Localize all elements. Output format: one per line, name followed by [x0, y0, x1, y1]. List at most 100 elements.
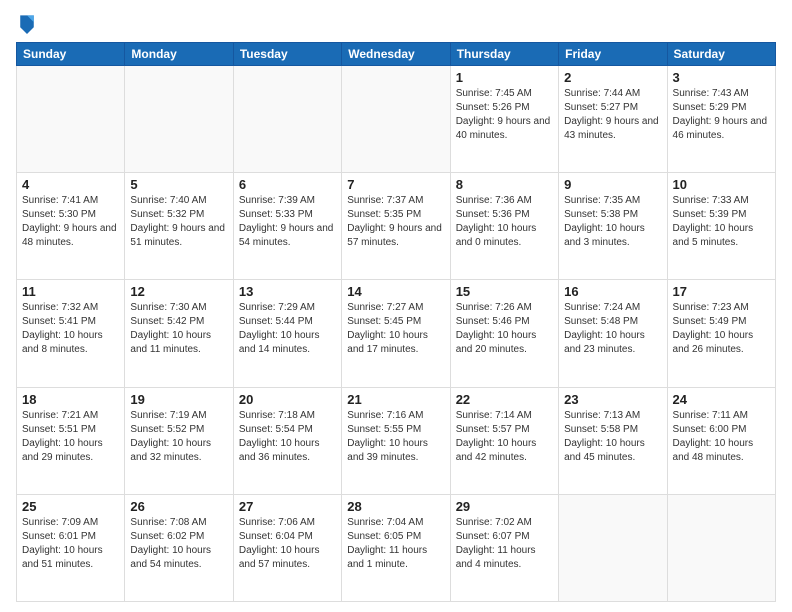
day-number: 8: [456, 177, 553, 192]
day-number: 23: [564, 392, 661, 407]
day-number: 22: [456, 392, 553, 407]
calendar-cell: 9 Sunrise: 7:35 AM Sunset: 5:38 PM Daylig…: [559, 173, 667, 280]
calendar-cell: [342, 66, 450, 173]
calendar-cell: 8 Sunrise: 7:36 AM Sunset: 5:36 PM Daylig…: [450, 173, 558, 280]
calendar-cell: 17 Sunrise: 7:23 AM Sunset: 5:49 PM Dayli…: [667, 280, 775, 387]
day-number: 16: [564, 284, 661, 299]
calendar-cell: 13 Sunrise: 7:29 AM Sunset: 5:44 PM Dayli…: [233, 280, 341, 387]
calendar-table: SundayMondayTuesdayWednesdayThursdayFrid…: [16, 42, 776, 602]
day-detail: Sunrise: 7:14 AM Sunset: 5:57 PM Dayligh…: [456, 409, 553, 465]
calendar-week-row: 25 Sunrise: 7:09 AM Sunset: 6:01 PM Dayli…: [17, 494, 776, 601]
day-detail: Sunrise: 7:11 AM Sunset: 6:00 PM Dayligh…: [673, 409, 770, 465]
day-number: 15: [456, 284, 553, 299]
day-detail: Sunrise: 7:23 AM Sunset: 5:49 PM Dayligh…: [673, 301, 770, 357]
day-detail: Sunrise: 7:27 AM Sunset: 5:45 PM Dayligh…: [347, 301, 444, 357]
calendar-cell: 7 Sunrise: 7:37 AM Sunset: 5:35 PM Daylig…: [342, 173, 450, 280]
day-number: 13: [239, 284, 336, 299]
day-detail: Sunrise: 7:45 AM Sunset: 5:26 PM Dayligh…: [456, 87, 553, 143]
day-detail: Sunrise: 7:02 AM Sunset: 6:07 PM Dayligh…: [456, 516, 553, 572]
page: SundayMondayTuesdayWednesdayThursdayFrid…: [0, 0, 792, 612]
day-number: 10: [673, 177, 770, 192]
calendar-cell: 12 Sunrise: 7:30 AM Sunset: 5:42 PM Dayli…: [125, 280, 233, 387]
calendar-cell: 14 Sunrise: 7:27 AM Sunset: 5:45 PM Dayli…: [342, 280, 450, 387]
weekday-header-row: SundayMondayTuesdayWednesdayThursdayFrid…: [17, 43, 776, 66]
day-detail: Sunrise: 7:39 AM Sunset: 5:33 PM Dayligh…: [239, 194, 336, 250]
day-number: 25: [22, 499, 119, 514]
day-detail: Sunrise: 7:09 AM Sunset: 6:01 PM Dayligh…: [22, 516, 119, 572]
day-detail: Sunrise: 7:08 AM Sunset: 6:02 PM Dayligh…: [130, 516, 227, 572]
calendar-cell: 10 Sunrise: 7:33 AM Sunset: 5:39 PM Dayli…: [667, 173, 775, 280]
day-number: 28: [347, 499, 444, 514]
day-number: 4: [22, 177, 119, 192]
calendar-cell: 19 Sunrise: 7:19 AM Sunset: 5:52 PM Dayli…: [125, 387, 233, 494]
day-detail: Sunrise: 7:40 AM Sunset: 5:32 PM Dayligh…: [130, 194, 227, 250]
weekday-header: Sunday: [17, 43, 125, 66]
calendar-cell: [17, 66, 125, 173]
day-number: 18: [22, 392, 119, 407]
calendar-cell: 23 Sunrise: 7:13 AM Sunset: 5:58 PM Dayli…: [559, 387, 667, 494]
calendar-cell: 5 Sunrise: 7:40 AM Sunset: 5:32 PM Daylig…: [125, 173, 233, 280]
weekday-header: Monday: [125, 43, 233, 66]
weekday-header: Saturday: [667, 43, 775, 66]
day-detail: Sunrise: 7:33 AM Sunset: 5:39 PM Dayligh…: [673, 194, 770, 250]
day-detail: Sunrise: 7:13 AM Sunset: 5:58 PM Dayligh…: [564, 409, 661, 465]
weekday-header: Tuesday: [233, 43, 341, 66]
calendar-cell: 25 Sunrise: 7:09 AM Sunset: 6:01 PM Dayli…: [17, 494, 125, 601]
calendar-cell: 29 Sunrise: 7:02 AM Sunset: 6:07 PM Dayli…: [450, 494, 558, 601]
day-detail: Sunrise: 7:35 AM Sunset: 5:38 PM Dayligh…: [564, 194, 661, 250]
day-number: 29: [456, 499, 553, 514]
day-number: 9: [564, 177, 661, 192]
day-number: 14: [347, 284, 444, 299]
calendar-week-row: 18Sunrise: 7:21 AM Sunset: 5:51 PM Dayli…: [17, 387, 776, 494]
weekday-header: Thursday: [450, 43, 558, 66]
day-detail: Sunrise: 7:18 AM Sunset: 5:54 PM Dayligh…: [239, 409, 336, 465]
day-detail: Sunrise: 7:44 AM Sunset: 5:27 PM Dayligh…: [564, 87, 661, 143]
day-detail: Sunrise: 7:04 AM Sunset: 6:05 PM Dayligh…: [347, 516, 444, 572]
day-number: 11: [22, 284, 119, 299]
calendar-cell: 1Sunrise: 7:45 AM Sunset: 5:26 PM Daylig…: [450, 66, 558, 173]
day-detail: Sunrise: 7:26 AM Sunset: 5:46 PM Dayligh…: [456, 301, 553, 357]
day-number: 21: [347, 392, 444, 407]
calendar-cell: 22 Sunrise: 7:14 AM Sunset: 5:57 PM Dayli…: [450, 387, 558, 494]
calendar-week-row: 4 Sunrise: 7:41 AM Sunset: 5:30 PM Daylig…: [17, 173, 776, 280]
calendar-cell: 4 Sunrise: 7:41 AM Sunset: 5:30 PM Daylig…: [17, 173, 125, 280]
day-number: 12: [130, 284, 227, 299]
day-detail: Sunrise: 7:19 AM Sunset: 5:52 PM Dayligh…: [130, 409, 227, 465]
logo-icon: [18, 12, 36, 34]
calendar-cell: 28 Sunrise: 7:04 AM Sunset: 6:05 PM Dayli…: [342, 494, 450, 601]
day-number: 2: [564, 70, 661, 85]
calendar-cell: 27Sunrise: 7:06 AM Sunset: 6:04 PM Dayli…: [233, 494, 341, 601]
day-detail: Sunrise: 7:41 AM Sunset: 5:30 PM Dayligh…: [22, 194, 119, 250]
day-number: 6: [239, 177, 336, 192]
header: [16, 12, 776, 34]
calendar-cell: [667, 494, 775, 601]
day-number: 5: [130, 177, 227, 192]
calendar-cell: 24 Sunrise: 7:11 AM Sunset: 6:00 PM Dayli…: [667, 387, 775, 494]
day-detail: Sunrise: 7:24 AM Sunset: 5:48 PM Dayligh…: [564, 301, 661, 357]
calendar-week-row: 1Sunrise: 7:45 AM Sunset: 5:26 PM Daylig…: [17, 66, 776, 173]
calendar-cell: 11 Sunrise: 7:32 AM Sunset: 5:41 PM Dayli…: [17, 280, 125, 387]
day-number: 20: [239, 392, 336, 407]
calendar-cell: 21 Sunrise: 7:16 AM Sunset: 5:55 PM Dayli…: [342, 387, 450, 494]
day-detail: Sunrise: 7:32 AM Sunset: 5:41 PM Dayligh…: [22, 301, 119, 357]
day-detail: Sunrise: 7:30 AM Sunset: 5:42 PM Dayligh…: [130, 301, 227, 357]
weekday-header: Wednesday: [342, 43, 450, 66]
day-number: 17: [673, 284, 770, 299]
calendar-cell: [233, 66, 341, 173]
day-detail: Sunrise: 7:16 AM Sunset: 5:55 PM Dayligh…: [347, 409, 444, 465]
calendar-cell: 3Sunrise: 7:43 AM Sunset: 5:29 PM Daylig…: [667, 66, 775, 173]
calendar-cell: 18Sunrise: 7:21 AM Sunset: 5:51 PM Dayli…: [17, 387, 125, 494]
day-detail: Sunrise: 7:29 AM Sunset: 5:44 PM Dayligh…: [239, 301, 336, 357]
day-number: 19: [130, 392, 227, 407]
day-number: 7: [347, 177, 444, 192]
calendar-week-row: 11 Sunrise: 7:32 AM Sunset: 5:41 PM Dayli…: [17, 280, 776, 387]
day-number: 24: [673, 392, 770, 407]
calendar-cell: 2 Sunrise: 7:44 AM Sunset: 5:27 PM Daylig…: [559, 66, 667, 173]
day-number: 26: [130, 499, 227, 514]
day-number: 3: [673, 70, 770, 85]
calendar-cell: 6 Sunrise: 7:39 AM Sunset: 5:33 PM Daylig…: [233, 173, 341, 280]
weekday-header: Friday: [559, 43, 667, 66]
day-detail: Sunrise: 7:37 AM Sunset: 5:35 PM Dayligh…: [347, 194, 444, 250]
day-detail: Sunrise: 7:06 AM Sunset: 6:04 PM Dayligh…: [239, 516, 336, 572]
day-detail: Sunrise: 7:36 AM Sunset: 5:36 PM Dayligh…: [456, 194, 553, 250]
